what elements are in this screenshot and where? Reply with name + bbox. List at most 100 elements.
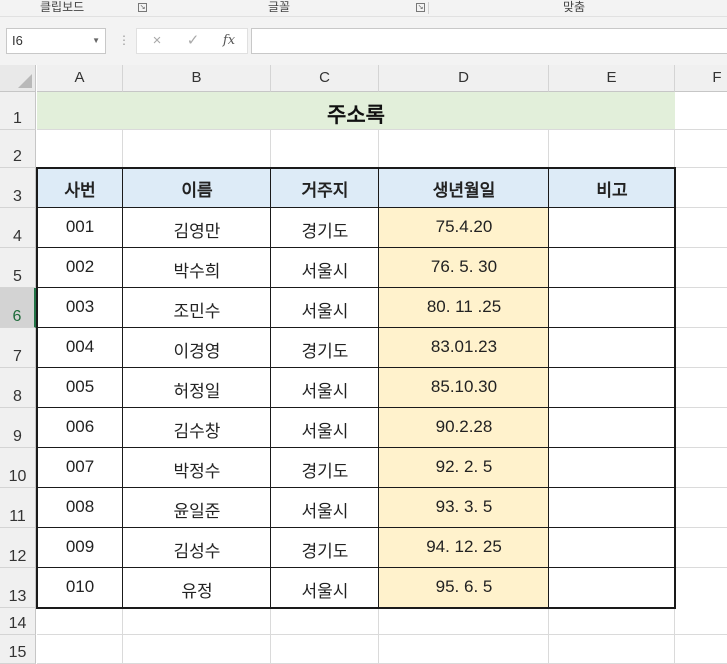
row-header-13[interactable]: 13 [0,568,36,608]
row-header-label: 7 [13,348,22,365]
table-border [548,167,549,609]
cell-name[interactable]: 김수창 [123,417,271,442]
spreadsheet-grid[interactable]: A B C D E F 1 2 3 4 5 6 7 8 9 10 11 12 1… [0,65,727,664]
column-header-e[interactable]: E [549,65,675,92]
cell-birthdate[interactable]: 75.4.20 [379,217,549,237]
table-border [36,167,38,609]
row-header-9[interactable]: 9 [0,408,36,448]
cell-employee-id[interactable]: 006 [37,417,123,437]
cell-employee-id[interactable]: 007 [37,457,123,477]
row-header-1[interactable]: 1 [0,92,36,130]
sheet-title: 주소록 [327,104,385,127]
cell-name[interactable]: 김성수 [123,537,271,562]
select-all-button[interactable] [0,65,36,92]
cell-employee-id[interactable]: 009 [37,537,123,557]
font-dialog-launcher-icon[interactable]: ↘ [416,3,425,12]
row-header-2[interactable]: 2 [0,130,36,168]
row-header-7[interactable]: 7 [0,328,36,368]
row-header-14[interactable]: 14 [0,608,36,635]
cell-name[interactable]: 박정수 [123,457,271,482]
cell-name[interactable]: 허정일 [123,377,271,402]
table-border [36,167,676,169]
row-header-label: 4 [13,228,22,245]
column-header-a[interactable]: A [37,65,123,92]
cell-birthdate[interactable]: 80. 11 .25 [379,297,549,317]
row-header-label: 5 [13,268,22,285]
cell-residence[interactable]: 경기도 [271,217,379,242]
cell-employee-id[interactable]: 002 [37,257,123,277]
cell-name[interactable]: 유정 [123,577,271,602]
insert-function-icon[interactable]: fx [217,29,241,53]
chevron-down-icon[interactable]: ▼ [92,29,100,53]
gridline [675,287,727,288]
cell-residence[interactable]: 경기도 [271,537,379,562]
header-cell-residence[interactable]: 거주지 [271,176,379,201]
ribbon-group-labels: 클립보드 ↘ 글꼴 ↘ 맞춤 [0,0,727,17]
cell-residence[interactable]: 서울시 [271,417,379,442]
row-header-11[interactable]: 11 [0,488,36,528]
formula-bar: I6 ▼ ⋮ × ✓ fx [0,17,727,65]
header-cell-name[interactable]: 이름 [123,176,271,201]
header-cell-notes[interactable]: 비고 [549,176,675,201]
cell-residence[interactable]: 경기도 [271,337,379,362]
column-header-c[interactable]: C [271,65,379,92]
gridline [675,527,727,528]
cell-name[interactable]: 김영만 [123,217,271,242]
row-header-label: 8 [13,388,22,405]
enter-check-icon[interactable]: ✓ [181,29,205,53]
header-cell-birthdate[interactable]: 생년월일 [379,176,549,201]
cell-name[interactable]: 박수희 [123,257,271,282]
cell-name[interactable]: 조민수 [123,297,271,322]
cell-residence[interactable]: 경기도 [271,457,379,482]
formula-input[interactable] [251,28,727,54]
row-header-label: 15 [8,644,27,661]
column-header-f[interactable]: F [675,65,727,92]
column-header-b[interactable]: B [123,65,271,92]
row-header-10[interactable]: 10 [0,448,36,488]
row-header-5[interactable]: 5 [0,248,36,288]
row-header-8[interactable]: 8 [0,368,36,408]
cell-birthdate[interactable]: 95. 6. 5 [379,577,549,597]
row-header-6[interactable]: 6 [0,288,36,328]
cell-birthdate[interactable]: 90.2.28 [379,417,549,437]
cell-birthdate[interactable]: 85.10.30 [379,377,549,397]
cell-residence[interactable]: 서울시 [271,377,379,402]
row-header-4[interactable]: 4 [0,208,36,248]
cell-employee-id[interactable]: 004 [37,337,123,357]
header-cell-employee-id[interactable]: 사번 [37,176,123,201]
table-border [37,527,675,528]
cell-residence[interactable]: 서울시 [271,577,379,602]
cell-employee-id[interactable]: 003 [37,297,123,317]
ribbon-group-font-label: 글꼴 [268,0,291,14]
cell-employee-id[interactable]: 010 [37,577,123,597]
clipboard-dialog-launcher-icon[interactable]: ↘ [138,3,147,12]
row-header-label: 10 [8,468,27,485]
cell-employee-id[interactable]: 008 [37,497,123,517]
cell-name[interactable]: 윤일준 [123,497,271,522]
cell-birthdate[interactable]: 83.01.23 [379,337,549,357]
table-border [122,167,123,609]
name-box[interactable]: I6 ▼ [6,28,106,54]
more-options-icon[interactable]: ⋮ [118,33,130,47]
row-header-label: 14 [8,615,27,632]
row-header-12[interactable]: 12 [0,528,36,568]
cell-birthdate[interactable]: 93. 3. 5 [379,497,549,517]
table-border [37,367,675,368]
cell-name[interactable]: 이경영 [123,337,271,362]
cell-employee-id[interactable]: 001 [37,217,123,237]
column-header-d[interactable]: D [379,65,549,92]
row-header-label: 2 [13,148,22,165]
row-header-15[interactable]: 15 [0,635,36,664]
cancel-icon[interactable]: × [145,29,169,53]
row-header-3[interactable]: 3 [0,168,36,208]
cell-residence[interactable]: 서울시 [271,497,379,522]
cell-residence[interactable]: 서울시 [271,257,379,282]
cell-birthdate[interactable]: 92. 2. 5 [379,457,549,477]
row-header-label: 13 [8,588,27,605]
cell-birthdate[interactable]: 94. 12. 25 [379,537,549,557]
table-border [270,167,271,609]
cell-employee-id[interactable]: 005 [37,377,123,397]
gridline [675,247,727,248]
cell-residence[interactable]: 서울시 [271,297,379,322]
cell-birthdate[interactable]: 76. 5. 30 [379,257,549,277]
